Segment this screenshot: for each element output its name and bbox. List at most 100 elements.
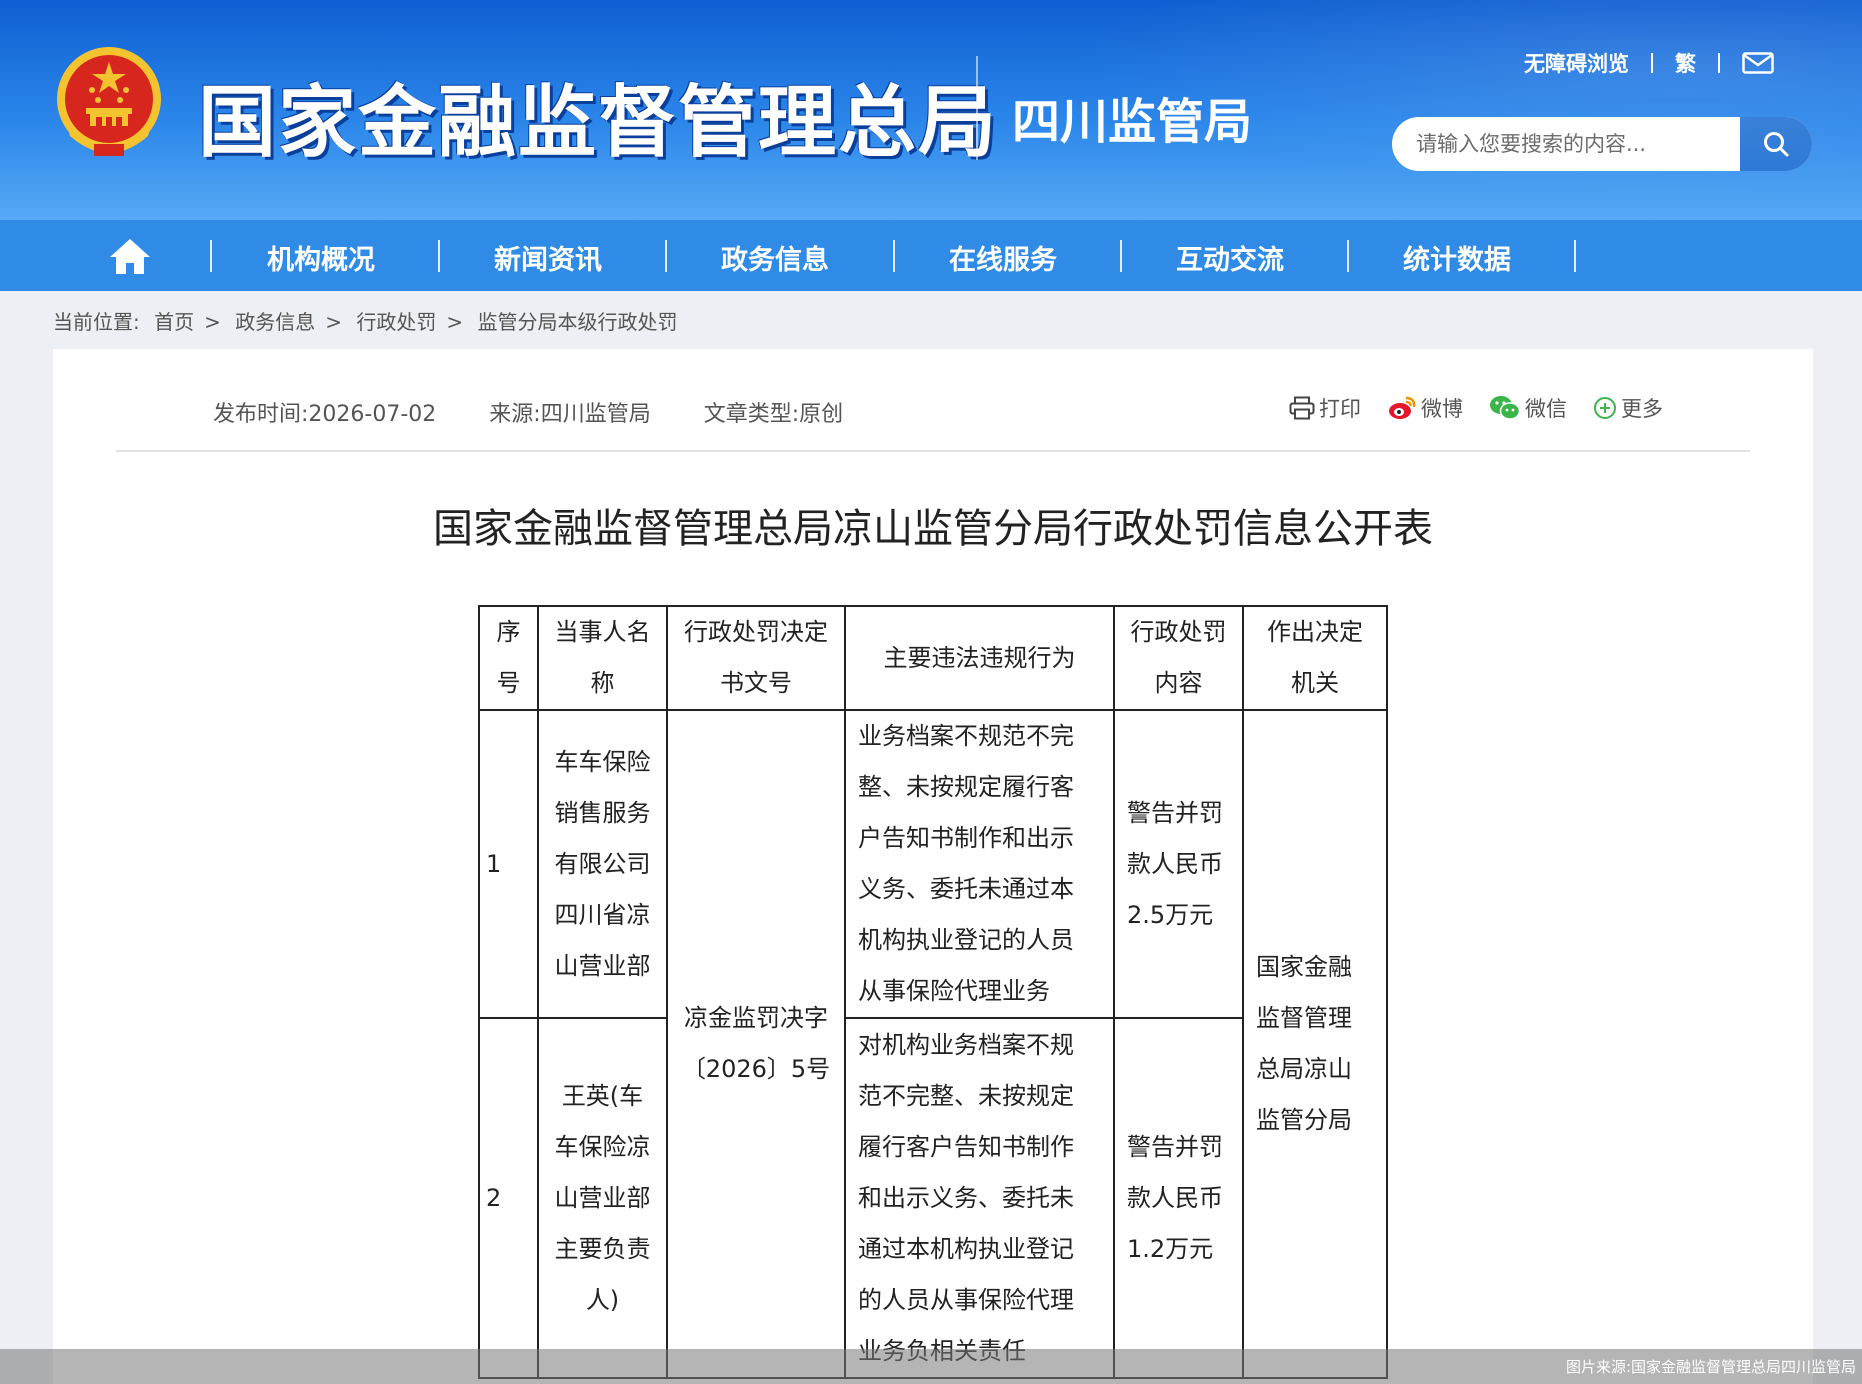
nav-item-interaction[interactable]: 互动交流 bbox=[1176, 238, 1284, 277]
authority-cell: 国家金融 监督管理 总局凉山 监管分局 bbox=[1242, 709, 1388, 1379]
nav-separator bbox=[438, 240, 440, 272]
search-input[interactable] bbox=[1392, 117, 1740, 171]
header-cell-violation: 主要违法违规行为 bbox=[844, 605, 1115, 711]
party-line: 车保险凉 bbox=[554, 1132, 651, 1161]
party-line: 人) bbox=[585, 1285, 620, 1314]
site-title: 国家金融监督管理总局 bbox=[198, 78, 999, 168]
party-line: 有限公司 bbox=[554, 849, 651, 878]
violation-line: 户告知书制作和出示 bbox=[858, 824, 1074, 852]
authority-line: 国家金融 bbox=[1256, 953, 1352, 981]
nav-separator bbox=[1347, 240, 1349, 272]
national-emblem-icon[interactable] bbox=[52, 44, 166, 162]
authority-line: 监管分局 bbox=[1256, 1106, 1352, 1134]
row-party: 车车保险 销售服务 有限公司 四川省凉 山营业部 bbox=[537, 709, 668, 1019]
breadcrumb-item-government-info[interactable]: 政务信息 bbox=[235, 310, 315, 334]
weibo-icon bbox=[1389, 396, 1416, 419]
violation-line: 的人员从事保险代理 bbox=[858, 1285, 1074, 1314]
violation-line: 从事保险代理业务 bbox=[858, 977, 1050, 1005]
header-line: 作出决定 bbox=[1267, 618, 1363, 646]
table-header-row: 序 号 当事人名 称 行政处罚决定 书文号 主要违法违规行为 行政处罚 内容 作… bbox=[478, 605, 1388, 711]
print-button[interactable]: 打印 bbox=[1289, 393, 1361, 423]
nav-separator bbox=[1574, 240, 1576, 272]
party-line: 山营业部 bbox=[554, 1183, 651, 1212]
penalty-line: 警告并罚 bbox=[1127, 798, 1223, 827]
nav-separator bbox=[210, 240, 212, 272]
meta-divider bbox=[116, 450, 1750, 452]
wechat-label: 微信 bbox=[1525, 397, 1567, 421]
row-party: 王英(车 车保险凉 山营业部 主要负责 人) bbox=[537, 1017, 668, 1379]
nav-item-news[interactable]: 新闻资讯 bbox=[494, 238, 602, 277]
share-toolbar: 打印 微博 微信 更多 bbox=[1263, 393, 1663, 423]
article-type: 文章类型:原创 bbox=[703, 402, 844, 427]
search-button[interactable] bbox=[1740, 117, 1812, 171]
article-source: 来源:四川监管局 bbox=[489, 402, 651, 427]
header-line: 序 bbox=[496, 618, 521, 646]
header-line: 主要违法违规行为 bbox=[883, 643, 1076, 672]
header-line: 称 bbox=[590, 669, 615, 697]
breadcrumb-separator: > bbox=[446, 310, 464, 334]
more-label: 更多 bbox=[1621, 397, 1663, 421]
nav-item-online-service[interactable]: 在线服务 bbox=[949, 238, 1057, 277]
mail-icon[interactable] bbox=[1742, 52, 1774, 74]
breadcrumb: 当前位置: 首页 > 政务信息 > 行政处罚 > 监管分局本级行政处罚 bbox=[53, 306, 685, 335]
party-line: 山营业部 bbox=[554, 951, 651, 980]
header-cell-penalty: 行政处罚 内容 bbox=[1113, 605, 1244, 711]
weibo-label: 微博 bbox=[1421, 397, 1463, 421]
header-cell-authority: 作出决定 机关 bbox=[1242, 605, 1388, 711]
search-box bbox=[1392, 117, 1812, 171]
print-label: 打印 bbox=[1319, 397, 1361, 421]
row-violation: 业务档案不规范不完 整、未按规定履行客 户告知书制作和出示 义务、委托未通过本 … bbox=[844, 709, 1115, 1019]
site-header: 国家金融监督管理总局 四川监管局 无障碍浏览 繁 bbox=[0, 0, 1862, 219]
wechat-share-button[interactable]: 微信 bbox=[1489, 393, 1567, 423]
row-no: 2 bbox=[478, 1017, 539, 1379]
doc-number-line: 凉金监罚决字 bbox=[684, 1004, 828, 1032]
row-penalty: 警告并罚 款人民币 1.2万元 bbox=[1113, 1017, 1244, 1379]
header-cell-no: 序 号 bbox=[478, 605, 539, 711]
doc-number-cell: 凉金监罚决字 〔2026〕5号 bbox=[666, 709, 846, 1379]
row-no: 1 bbox=[478, 709, 539, 1019]
header-line: 号 bbox=[496, 669, 521, 697]
party-line: 销售服务 bbox=[554, 798, 651, 827]
traditional-chinese-link[interactable]: 繁 bbox=[1675, 48, 1696, 78]
penalty-line: 款人民币 bbox=[1127, 1183, 1223, 1212]
top-link-separator bbox=[1718, 53, 1720, 73]
breadcrumb-item-branch-penalty[interactable]: 监管分局本级行政处罚 bbox=[477, 310, 677, 334]
more-share-button[interactable]: 更多 bbox=[1593, 393, 1663, 423]
nav-separator bbox=[1120, 240, 1122, 272]
breadcrumb-separator: > bbox=[204, 310, 221, 334]
party-line: 车车保险 bbox=[554, 747, 651, 776]
nav-item-government-info[interactable]: 政务信息 bbox=[721, 238, 829, 277]
nav-separator bbox=[665, 240, 667, 272]
image-source-text: 图片来源:国家金融监督管理总局四川监管局 bbox=[1565, 1358, 1856, 1376]
main-nav: 机构概况 新闻资讯 政务信息 在线服务 互动交流 统计数据 bbox=[0, 219, 1862, 291]
row-violation: 对机构业务档案不规 范不完整、未按规定 履行客户告知书制作 和出示义务、委托未 … bbox=[844, 1017, 1115, 1379]
home-icon[interactable] bbox=[108, 236, 152, 276]
title-divider bbox=[976, 56, 978, 160]
violation-line: 业务档案不规范不完 bbox=[858, 722, 1074, 750]
row-penalty: 警告并罚 款人民币 2.5万元 bbox=[1113, 709, 1244, 1019]
party-line: 主要负责 bbox=[554, 1234, 651, 1263]
publish-date: 发布时间:2026-07-02 bbox=[213, 402, 437, 427]
breadcrumb-item-home[interactable]: 首页 bbox=[154, 310, 194, 334]
nav-separator bbox=[893, 240, 895, 272]
image-source-bar: 图片来源:国家金融监督管理总局四川监管局 bbox=[0, 1349, 1862, 1384]
nav-item-statistics[interactable]: 统计数据 bbox=[1403, 238, 1511, 277]
doc-number-line: 〔2026〕5号 bbox=[681, 1055, 831, 1083]
violation-line: 整、未按规定履行客 bbox=[858, 773, 1074, 801]
penalty-line: 1.2万元 bbox=[1127, 1234, 1214, 1263]
penalty-line: 警告并罚 bbox=[1127, 1132, 1223, 1161]
violation-line: 通过本机构执业登记 bbox=[858, 1234, 1074, 1263]
authority-line: 监督管理 bbox=[1256, 1004, 1352, 1032]
accessible-browse-link[interactable]: 无障碍浏览 bbox=[1524, 48, 1629, 78]
penalty-line: 2.5万元 bbox=[1127, 900, 1214, 929]
breadcrumb-label: 当前位置: bbox=[53, 310, 140, 334]
article-card: 发布时间:2026-07-02 来源:四川监管局 文章类型:原创 打印 微博 微… bbox=[53, 349, 1813, 1384]
header-line: 内容 bbox=[1154, 669, 1203, 697]
top-link-separator bbox=[1651, 53, 1653, 73]
printer-icon bbox=[1289, 396, 1315, 420]
header-line: 行政处罚决定 bbox=[684, 618, 828, 646]
breadcrumb-item-penalty[interactable]: 行政处罚 bbox=[356, 310, 436, 334]
weibo-share-button[interactable]: 微博 bbox=[1387, 393, 1463, 423]
article-meta: 发布时间:2026-07-02 来源:四川监管局 文章类型:原创 bbox=[213, 396, 889, 428]
nav-item-about[interactable]: 机构概况 bbox=[267, 238, 375, 277]
